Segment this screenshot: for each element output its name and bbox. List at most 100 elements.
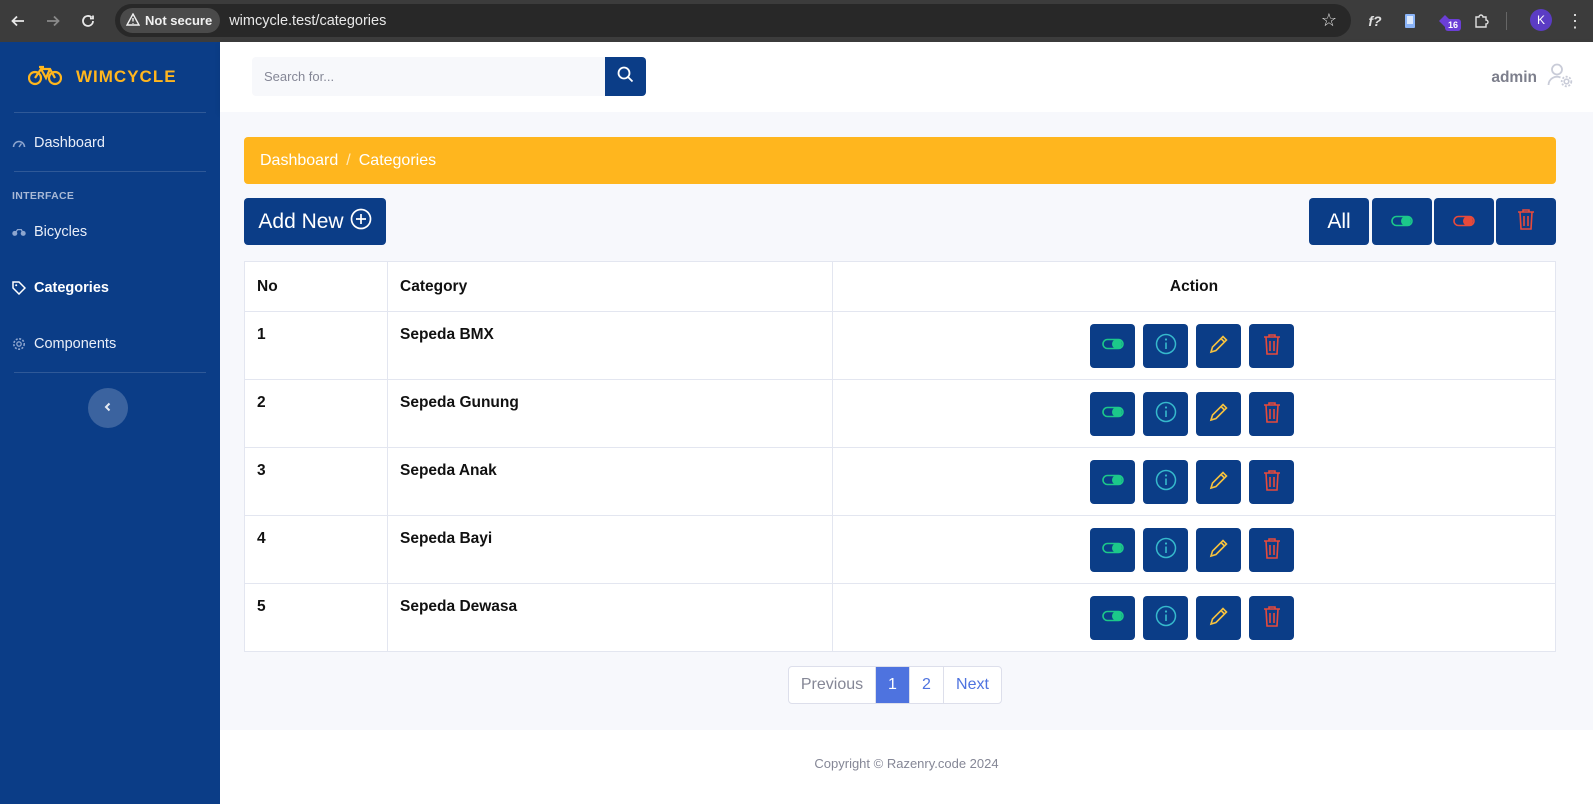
delete-button[interactable] <box>1249 528 1294 572</box>
filter-all-button[interactable]: All <box>1309 198 1369 245</box>
formula-extension-icon[interactable]: f? <box>1363 9 1387 33</box>
edit-button[interactable] <box>1196 596 1241 640</box>
sidebar-item-categories[interactable]: Categories <box>0 260 220 316</box>
categories-table: No Category Action 1 Sepeda BMX 2 Sepeda Gu… <box>244 261 1556 652</box>
detail-button[interactable] <box>1143 528 1188 572</box>
edit-button[interactable] <box>1196 528 1241 572</box>
toggle-status-button[interactable] <box>1090 460 1135 504</box>
plus-circle-icon <box>350 208 372 236</box>
toggle-status-button[interactable] <box>1090 324 1135 368</box>
puzzle-extensions-icon[interactable] <box>1469 9 1493 33</box>
filter-all-label: All <box>1327 209 1351 233</box>
row-actions <box>832 583 1556 652</box>
info-icon <box>1155 469 1177 496</box>
chevron-left-icon <box>103 399 113 417</box>
gauge-icon <box>12 136 26 150</box>
profile-avatar[interactable]: K <box>1530 9 1552 31</box>
security-label: Not secure <box>145 13 213 28</box>
sidebar: WIMCYCLE Dashboard INTERFACE Bicycles Ca… <box>0 42 220 804</box>
row-category: Sepeda Dewasa <box>387 583 833 652</box>
brand-name: WIMCYCLE <box>76 67 177 86</box>
pencil-icon <box>1208 401 1230 428</box>
toggle-on-icon <box>1391 210 1413 234</box>
row-actions <box>832 515 1556 584</box>
delete-button[interactable] <box>1249 392 1294 436</box>
document-extension-icon[interactable] <box>1398 9 1422 33</box>
pencil-icon <box>1208 469 1230 496</box>
back-icon[interactable] <box>1 4 35 38</box>
filter-inactive-button[interactable] <box>1434 198 1494 245</box>
breadcrumb-item-dashboard[interactable]: Dashboard <box>260 152 338 170</box>
brand[interactable]: WIMCYCLE <box>0 42 220 112</box>
toggle-status-button[interactable] <box>1090 392 1135 436</box>
main-content: Dashboard / Categories Add New All No Ca… <box>220 112 1593 730</box>
sidebar-item-components[interactable]: Components <box>0 316 220 372</box>
row-actions <box>832 379 1556 448</box>
bookmark-star-icon[interactable]: ☆ <box>1321 10 1337 31</box>
toggle-on-icon <box>1101 609 1124 628</box>
column-header-action: Action <box>832 261 1556 312</box>
add-new-label: Add New <box>258 209 344 233</box>
search-button[interactable] <box>604 57 646 96</box>
row-number: 5 <box>244 583 388 652</box>
table-row: 3 Sepeda Anak <box>244 447 1556 516</box>
gear-icon <box>12 337 26 351</box>
extension-badge-icon[interactable]: 16 <box>1433 9 1462 33</box>
edit-button[interactable] <box>1196 460 1241 504</box>
toggle-on-icon <box>1101 405 1124 424</box>
sidebar-item-dashboard[interactable]: Dashboard <box>0 115 220 171</box>
address-bar[interactable]: Not secure wimcycle.test/categories ☆ <box>115 4 1351 37</box>
forward-icon[interactable] <box>36 4 70 38</box>
pagination-next[interactable]: Next <box>943 667 1001 703</box>
security-chip[interactable]: Not secure <box>120 8 221 33</box>
detail-button[interactable] <box>1143 392 1188 436</box>
sidebar-item-label: Bicycles <box>34 224 88 240</box>
pagination-page-2[interactable]: 2 <box>909 667 943 703</box>
search-group <box>252 57 646 96</box>
column-header-category[interactable]: Category <box>387 261 833 312</box>
toolbar-divider <box>1506 12 1507 30</box>
pagination: Previous 1 2 Next <box>788 666 1002 704</box>
bicycle-icon <box>12 225 26 239</box>
table-header-row: No Category Action <box>244 261 1556 312</box>
menu-kebab-icon[interactable]: ⋮ <box>1563 9 1587 33</box>
pencil-icon <box>1208 605 1230 632</box>
row-number: 3 <box>244 447 388 516</box>
edit-button[interactable] <box>1196 392 1241 436</box>
search-input[interactable] <box>252 57 605 96</box>
sidebar-toggle-button[interactable] <box>88 388 128 428</box>
column-header-no[interactable]: No <box>244 261 388 312</box>
sidebar-divider <box>14 372 206 373</box>
pagination-previous[interactable]: Previous <box>789 667 875 703</box>
detail-button[interactable] <box>1143 596 1188 640</box>
trash-icon <box>1263 401 1281 428</box>
toggle-status-button[interactable] <box>1090 596 1135 640</box>
footer: Copyright © Razenry.code 2024 <box>220 730 1593 804</box>
user-menu[interactable]: admin <box>1491 62 1573 93</box>
pagination-page-1[interactable]: 1 <box>875 667 909 703</box>
row-category: Sepeda Anak <box>387 447 833 516</box>
delete-button[interactable] <box>1249 460 1294 504</box>
add-new-button[interactable]: Add New <box>244 198 386 245</box>
breadcrumb-separator: / <box>346 151 351 169</box>
search-icon <box>617 66 634 88</box>
row-number: 1 <box>244 311 388 380</box>
row-category: Sepeda Bayi <box>387 515 833 584</box>
delete-button[interactable] <box>1249 596 1294 640</box>
sidebar-item-label: Components <box>34 336 117 352</box>
edit-button[interactable] <box>1196 324 1241 368</box>
detail-button[interactable] <box>1143 460 1188 504</box>
filter-trash-button[interactable] <box>1496 198 1556 245</box>
filter-active-button[interactable] <box>1372 198 1432 245</box>
delete-button[interactable] <box>1249 324 1294 368</box>
sidebar-item-bicycles[interactable]: Bicycles <box>0 204 220 260</box>
trash-icon <box>1263 333 1281 360</box>
url-text[interactable]: wimcycle.test/categories <box>229 13 386 29</box>
extension-badge-count: 16 <box>1445 19 1462 31</box>
trash-icon <box>1263 537 1281 564</box>
toggle-status-button[interactable] <box>1090 528 1135 572</box>
reload-icon[interactable] <box>71 4 105 38</box>
toggle-off-icon <box>1453 210 1475 234</box>
table-row: 5 Sepeda Dewasa <box>244 583 1556 652</box>
detail-button[interactable] <box>1143 324 1188 368</box>
